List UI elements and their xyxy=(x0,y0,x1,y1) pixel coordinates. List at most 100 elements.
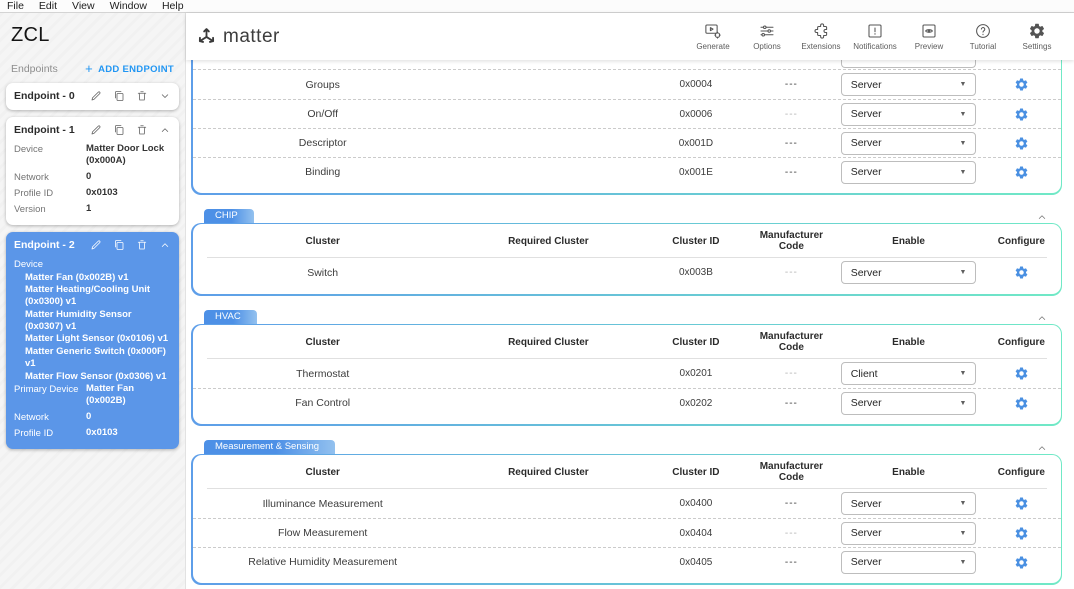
endpoint-card-details: DeviceMatter Door Lock (0x000A)Network0P… xyxy=(14,143,171,215)
trash-icon[interactable] xyxy=(136,239,148,251)
enable-select[interactable]: Server▼ xyxy=(841,73,977,96)
column-header-4: Manufacturer Code xyxy=(748,331,835,353)
configure-button[interactable] xyxy=(982,366,1060,381)
configure-button[interactable] xyxy=(982,526,1060,541)
cluster-id: 0x003B xyxy=(644,267,748,278)
toolbar-notifications-button[interactable]: Notifications xyxy=(852,22,898,51)
column-header-6: Configure xyxy=(982,236,1060,247)
matter-logo-icon xyxy=(196,26,217,47)
manufacturer-code: --- xyxy=(748,267,835,278)
copy-icon[interactable] xyxy=(113,124,125,136)
enable-select[interactable]: Server▼ xyxy=(841,132,977,155)
detail-label: Device xyxy=(14,143,86,167)
menu-window[interactable]: Window xyxy=(110,0,147,12)
cluster-row: Thermostat0x0201---Client▼ xyxy=(193,359,1061,388)
column-header-5: Enable xyxy=(835,467,983,478)
chevron-up-icon[interactable] xyxy=(1036,312,1048,324)
trash-icon[interactable] xyxy=(136,90,148,102)
configure-button[interactable] xyxy=(982,136,1060,151)
enable-selected-value: Server xyxy=(851,527,882,539)
copy-icon[interactable] xyxy=(113,239,125,251)
endpoint-card-2[interactable]: Endpoint - 2DeviceMatter Fan (0x002B) v1… xyxy=(6,232,179,449)
section-head: Measurement & Sensing xyxy=(191,440,1062,454)
enable-select[interactable]: Server▼ xyxy=(841,492,977,515)
column-header-2: Required Cluster xyxy=(453,337,644,348)
enable-select[interactable]: Server▼ xyxy=(841,392,977,415)
add-endpoint-button[interactable]: + ADD ENDPOINT xyxy=(85,64,174,75)
chevron-up-icon[interactable] xyxy=(159,124,171,136)
cluster-row: Illuminance Measurement0x0400---Server▼ xyxy=(193,489,1061,518)
cluster-name: Fan Control xyxy=(193,397,453,409)
configure-button[interactable] xyxy=(982,107,1060,122)
copy-icon[interactable] xyxy=(113,90,125,102)
column-header-5: Enable xyxy=(835,236,983,247)
enable-select[interactable]: Server▼ xyxy=(841,161,977,184)
detail-value: Matter Fan (0x002B) xyxy=(86,383,171,407)
chevron-up-icon[interactable] xyxy=(1036,211,1048,223)
chevron-down-icon[interactable] xyxy=(159,90,171,102)
section-tab[interactable]: CHIP xyxy=(204,209,254,223)
trash-icon[interactable] xyxy=(136,124,148,136)
endpoint-card-0[interactable]: Endpoint - 0 xyxy=(6,83,179,110)
main-panel: matter GenerateOptionsExtensionsNotifica… xyxy=(186,13,1074,589)
section-tab[interactable]: HVAC xyxy=(204,310,257,324)
toolbar-extensions-button[interactable]: Extensions xyxy=(798,22,844,51)
enable-select[interactable]: Server▼ xyxy=(841,522,977,545)
cluster-name: On/Off xyxy=(193,108,453,120)
cluster-name: Binding xyxy=(193,166,453,178)
menu-view[interactable]: View xyxy=(72,0,95,12)
section-box: ClusterRequired ClusterCluster IDManufac… xyxy=(191,223,1062,296)
configure-button[interactable] xyxy=(982,555,1060,570)
endpoint-card-header: Endpoint - 1 xyxy=(14,122,171,138)
column-header-1: Cluster xyxy=(193,337,453,348)
configure-button[interactable] xyxy=(982,77,1060,92)
chevron-up-icon[interactable] xyxy=(1036,442,1048,454)
dropdown-caret-icon: ▼ xyxy=(960,500,967,507)
device-list: Matter Fan (0x002B) v1Matter Heating/Coo… xyxy=(14,272,171,383)
menu-file[interactable]: File xyxy=(7,0,24,12)
column-header-1: Cluster xyxy=(193,467,453,478)
configure-button[interactable] xyxy=(982,396,1060,411)
table-header-row: ClusterRequired ClusterCluster IDManufac… xyxy=(193,456,1061,488)
cluster-id: 0x001D xyxy=(644,138,748,149)
configure-button[interactable] xyxy=(982,496,1060,511)
configure-button[interactable] xyxy=(982,165,1060,180)
enable-cell: Server▼ xyxy=(835,492,983,515)
configure-button[interactable] xyxy=(982,265,1060,280)
manufacturer-code: --- xyxy=(748,398,835,409)
cluster-content: Groups0x0004---Server▼On/Off0x0006---Ser… xyxy=(186,60,1074,589)
plus-icon: + xyxy=(85,64,93,74)
enable-select[interactable]: Server▼ xyxy=(841,551,977,574)
enable-select[interactable]: Client▼ xyxy=(841,362,977,385)
toolbar-preview-button[interactable]: Preview xyxy=(906,22,952,51)
manufacturer-code: --- xyxy=(748,498,835,509)
menu-edit[interactable]: Edit xyxy=(39,0,57,12)
enable-cell: Server▼ xyxy=(835,103,983,126)
cluster-id: 0x0004 xyxy=(644,79,748,90)
toolbar-tutorial-button[interactable]: Tutorial xyxy=(960,22,1006,51)
pencil-icon[interactable] xyxy=(90,124,102,136)
toolbar-generate-button[interactable]: Generate xyxy=(690,22,736,51)
section-tab[interactable]: Measurement & Sensing xyxy=(204,440,335,454)
device-list-item: Matter Fan (0x002B) v1 xyxy=(14,272,171,284)
enable-select[interactable]: Server▼ xyxy=(841,103,977,126)
detail-value: 1 xyxy=(86,203,171,215)
cluster-name: Illuminance Measurement xyxy=(193,498,453,510)
cluster-id: 0x001E xyxy=(644,167,748,178)
options-icon xyxy=(758,22,776,40)
add-endpoint-label: ADD ENDPOINT xyxy=(98,64,174,75)
toolbar-options-button[interactable]: Options xyxy=(744,22,790,51)
section-head: HVAC xyxy=(191,310,1062,324)
enable-select[interactable]: Server▼ xyxy=(841,261,977,284)
toolbar: Generate Options Extensions Notifications Pr… xyxy=(690,22,1060,51)
endpoint-detail-row: Profile ID0x0103 xyxy=(14,187,171,199)
chevron-up-icon[interactable] xyxy=(159,239,171,251)
toolbar-settings-button[interactable]: Settings xyxy=(1014,22,1060,51)
pencil-icon[interactable] xyxy=(90,239,102,251)
pencil-icon[interactable] xyxy=(90,90,102,102)
endpoint-card-title: Endpoint - 2 xyxy=(14,239,90,251)
endpoint-card-1[interactable]: Endpoint - 1 DeviceMatter Door Lock (0x00… xyxy=(6,117,179,225)
menu-help[interactable]: Help xyxy=(162,0,184,12)
enable-cell: Server▼ xyxy=(835,551,983,574)
table-header-row: ClusterRequired ClusterCluster IDManufac… xyxy=(193,326,1061,358)
